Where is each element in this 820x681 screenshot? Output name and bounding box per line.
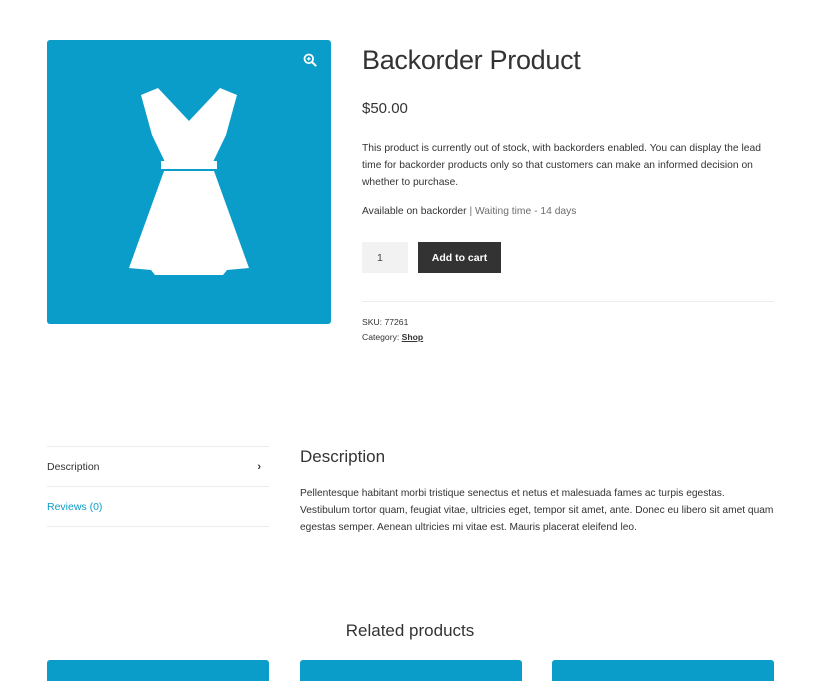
tab-reviews[interactable]: Reviews (0) [47, 487, 269, 527]
add-to-cart-form: Add to cart [362, 242, 774, 273]
product-title: Backorder Product [362, 45, 581, 75]
dress-icon [129, 88, 249, 275]
category-line: Category: Shop [362, 330, 774, 345]
stock-status: Available on backorder | Waiting time - … [362, 206, 774, 217]
tab-description[interactable]: Description › [47, 447, 269, 487]
related-products-title: Related products [345, 621, 475, 640]
tab-label: Reviews (0) [47, 500, 103, 513]
category-link[interactable]: Shop [402, 332, 423, 342]
product-description: This product is currently out of stock, … [362, 143, 761, 188]
chevron-right-icon: › [257, 460, 261, 473]
sku-line: SKU: 77261 [362, 315, 774, 330]
tab-label: Description [47, 460, 100, 473]
product-meta: SKU: 77261 Category: Shop [362, 315, 774, 345]
product-image[interactable] [47, 40, 331, 324]
related-product-image[interactable] [300, 660, 522, 681]
panel-title: Description [300, 447, 386, 466]
category-label: Category: [362, 332, 402, 342]
related-product-image[interactable] [47, 660, 269, 681]
availability-text: Available on backorder [362, 206, 467, 217]
product-price: $50.00 [362, 100, 408, 117]
sku-label: SKU: [362, 317, 385, 327]
waiting-time: | Waiting time - 14 days [466, 206, 577, 217]
sku-value: 77261 [384, 317, 409, 327]
divider [362, 301, 774, 302]
description-panel: Description Pellentesque habitant morbi … [300, 446, 775, 536]
related-product-image[interactable] [552, 660, 774, 681]
product-tabs: Description › Reviews (0) [47, 446, 269, 527]
magnify-plus-icon[interactable] [303, 53, 317, 67]
product-summary: Backorder Product $50.00 This product is… [362, 40, 774, 345]
quantity-input[interactable] [362, 242, 408, 273]
add-to-cart-button[interactable]: Add to cart [418, 242, 501, 273]
panel-text: Pellentesque habitant morbi tristique se… [300, 488, 774, 533]
